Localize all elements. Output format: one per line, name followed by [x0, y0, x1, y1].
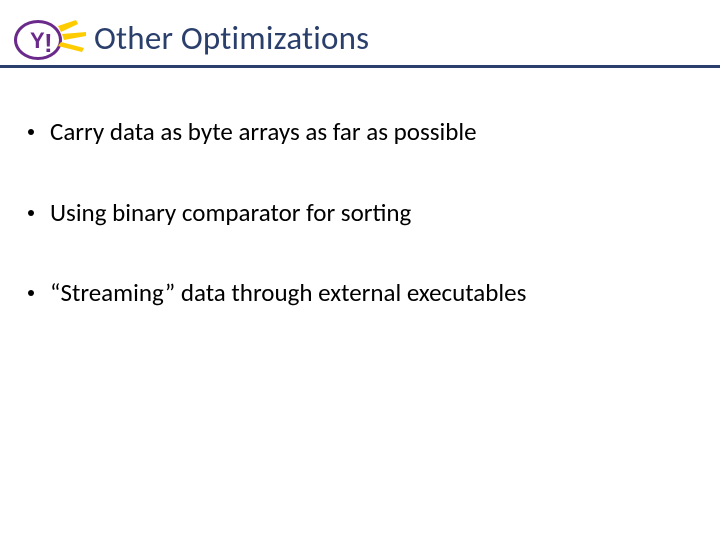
- bullet-dot-icon: [28, 210, 34, 216]
- yahoo-logo-icon: Y !: [10, 14, 88, 62]
- bullet-text: Carry data as byte arrays as far as poss…: [50, 116, 477, 149]
- bullet-item: “Streaming” data through external execut…: [28, 277, 692, 310]
- slide-header: Y ! Other Optimizations: [0, 0, 720, 68]
- slide-title: Other Optimizations: [94, 18, 369, 58]
- slide-content: Carry data as byte arrays as far as poss…: [0, 68, 720, 310]
- svg-text:!: !: [44, 28, 53, 58]
- bullet-dot-icon: [28, 290, 34, 296]
- bullet-text: “Streaming” data through external execut…: [50, 277, 526, 310]
- bullet-text: Using binary comparator for sorting: [50, 197, 411, 230]
- bullet-item: Carry data as byte arrays as far as poss…: [28, 116, 692, 149]
- bullet-dot-icon: [28, 129, 34, 135]
- bullet-item: Using binary comparator for sorting: [28, 197, 692, 230]
- svg-text:Y: Y: [30, 28, 45, 53]
